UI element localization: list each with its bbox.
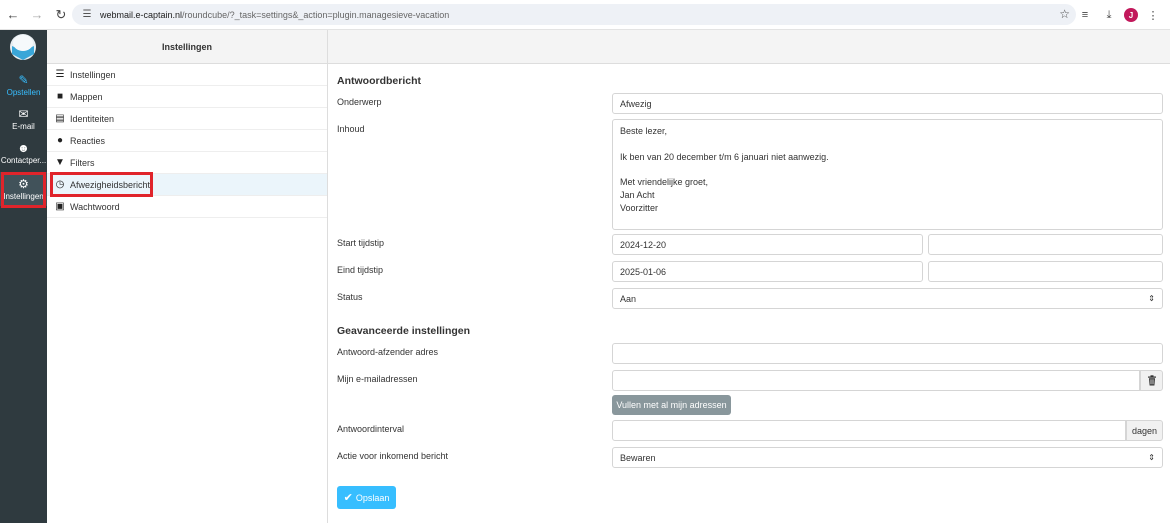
body-textarea[interactable]: Beste lezer, Ik ben van 20 december t/m … [612,119,1163,230]
rail-compose-label: Opstellen [6,87,41,97]
settings-item-label: Wachtwoord [70,201,120,212]
rail-mail-label: E-mail [12,121,35,131]
start-date-input[interactable]: 2024-12-20 [612,234,923,255]
status-value: Aan [620,293,637,304]
interval-label: Antwoordinterval [337,424,405,434]
back-icon[interactable]: ← [2,4,24,26]
end-time-input[interactable] [928,261,1163,282]
reading-list-icon[interactable]: ≡ [1076,6,1094,24]
trash-icon [1147,375,1156,386]
save-button-label: Opslaan [355,492,390,503]
select-arrows-icon: ⇕ [1148,294,1155,303]
body-line [620,163,1155,176]
rail-contacts[interactable]: ☻ Contactper... [0,136,47,170]
id-card-icon: ▤ [55,113,65,124]
url-text: webmail.e-captain.nl/roundcube/?_task=se… [100,9,450,20]
delete-address-button[interactable] [1140,370,1163,391]
rail-mail[interactable]: ✉ E-mail [0,102,47,136]
checkmark-icon: ✔ [343,492,353,504]
settings-item-label: Reacties [70,135,106,146]
settings-item-preferences[interactable]: ☰ Instellingen [47,64,327,86]
settings-item-filters[interactable]: ▼ Filters [47,152,327,174]
action-select[interactable]: Bewaren ⇕ [612,447,1163,468]
menu-kebab-icon[interactable]: ⋮ [1144,6,1162,24]
end-label: Eind tijdstip [337,265,384,275]
settings-list-panel: Instellingen ☰ Instellingen ■ Mappen ▤ I… [47,30,328,523]
lock-icon: ▣ [55,201,65,212]
my-addresses-input[interactable] [612,370,1140,391]
body-line: Ik ben van 20 december t/m 6 januari nie… [620,151,829,162]
sender-label: Antwoord-afzender adres [337,347,439,357]
roundcube-logo-icon [10,34,36,60]
settings-item-label: Mappen [70,91,103,102]
save-button[interactable]: ✔ Opslaan [337,486,396,509]
section-title-advanced: Geavanceerde instellingen [337,325,471,337]
subject-label: Onderwerp [337,97,382,107]
subject-value: Afwezig [620,98,652,109]
settings-item-folders[interactable]: ■ Mappen [47,86,327,108]
section-title-reply: Antwoordbericht [337,75,421,87]
interval-unit: dagen [1126,420,1163,441]
start-time-input[interactable] [928,234,1163,255]
settings-item-responses[interactable]: ● Reacties [47,130,327,152]
compose-icon: ✎ [18,72,29,87]
body-line [620,138,1155,151]
sliders-icon: ☰ [55,69,65,80]
my-addresses-label: Mijn e-mailadressen [337,374,418,384]
settings-item-identities[interactable]: ▤ Identiteiten [47,108,327,130]
body-line: Beste lezer, [620,126,668,136]
status-select[interactable]: Aan ⇕ [612,288,1163,309]
body-line: Jan Acht [620,189,655,200]
start-date-value: 2024-12-20 [620,239,667,250]
interval-input[interactable] [612,420,1126,441]
content-header [328,30,1170,64]
body-line: Met vriendelijke groet, [620,177,709,188]
fill-addresses-button[interactable]: Vullen met al mijn adressen [612,395,731,415]
rail-contacts-label: Contactper... [0,155,47,165]
app-rail: ✎ Opstellen ✉ E-mail ☻ Contactper... ⚙ I… [0,30,47,523]
body-line: Voorzitter [620,202,659,213]
highlight-box-vacation [50,172,153,197]
subject-input[interactable]: Afwezig [612,93,1163,114]
filter-icon: ▼ [55,157,65,168]
settings-list-header: Instellingen [47,30,327,64]
browser-toolbar: ← → ↻ ☰ webmail.e-captain.nl/roundcube/?… [0,0,1170,30]
users-icon: ☻ [17,140,30,155]
select-arrows-icon: ⇕ [1148,453,1155,462]
settings-item-label: Identiteiten [70,113,115,124]
body-label: Inhoud [337,124,365,134]
envelope-icon: ✉ [18,106,29,121]
action-label: Actie voor inkomend bericht [337,451,449,461]
address-bar[interactable]: ☰ webmail.e-captain.nl/roundcube/?_task=… [72,4,1076,25]
reload-icon[interactable]: ↻ [50,4,72,26]
settings-item-label: Filters [70,157,95,168]
bookmark-star-icon[interactable]: ☆ [1059,7,1070,21]
action-value: Bewaren [620,452,656,463]
start-label: Start tijdstip [337,238,385,248]
settings-item-label: Instellingen [70,69,116,80]
rail-compose[interactable]: ✎ Opstellen [0,68,47,102]
site-settings-icon[interactable]: ☰ [80,8,94,22]
profile-avatar[interactable]: J [1124,8,1138,22]
forward-icon[interactable]: → [26,4,48,26]
highlight-box-settings [1,172,46,208]
comment-icon: ● [56,135,64,146]
end-date-input[interactable]: 2025-01-06 [612,261,923,282]
sender-input[interactable] [612,343,1163,364]
settings-item-password[interactable]: ▣ Wachtwoord [47,196,327,218]
download-icon[interactable]: ⤓ [1100,6,1118,24]
end-date-value: 2025-01-06 [620,266,667,277]
status-label: Status [337,292,363,302]
folder-icon: ■ [56,91,64,102]
